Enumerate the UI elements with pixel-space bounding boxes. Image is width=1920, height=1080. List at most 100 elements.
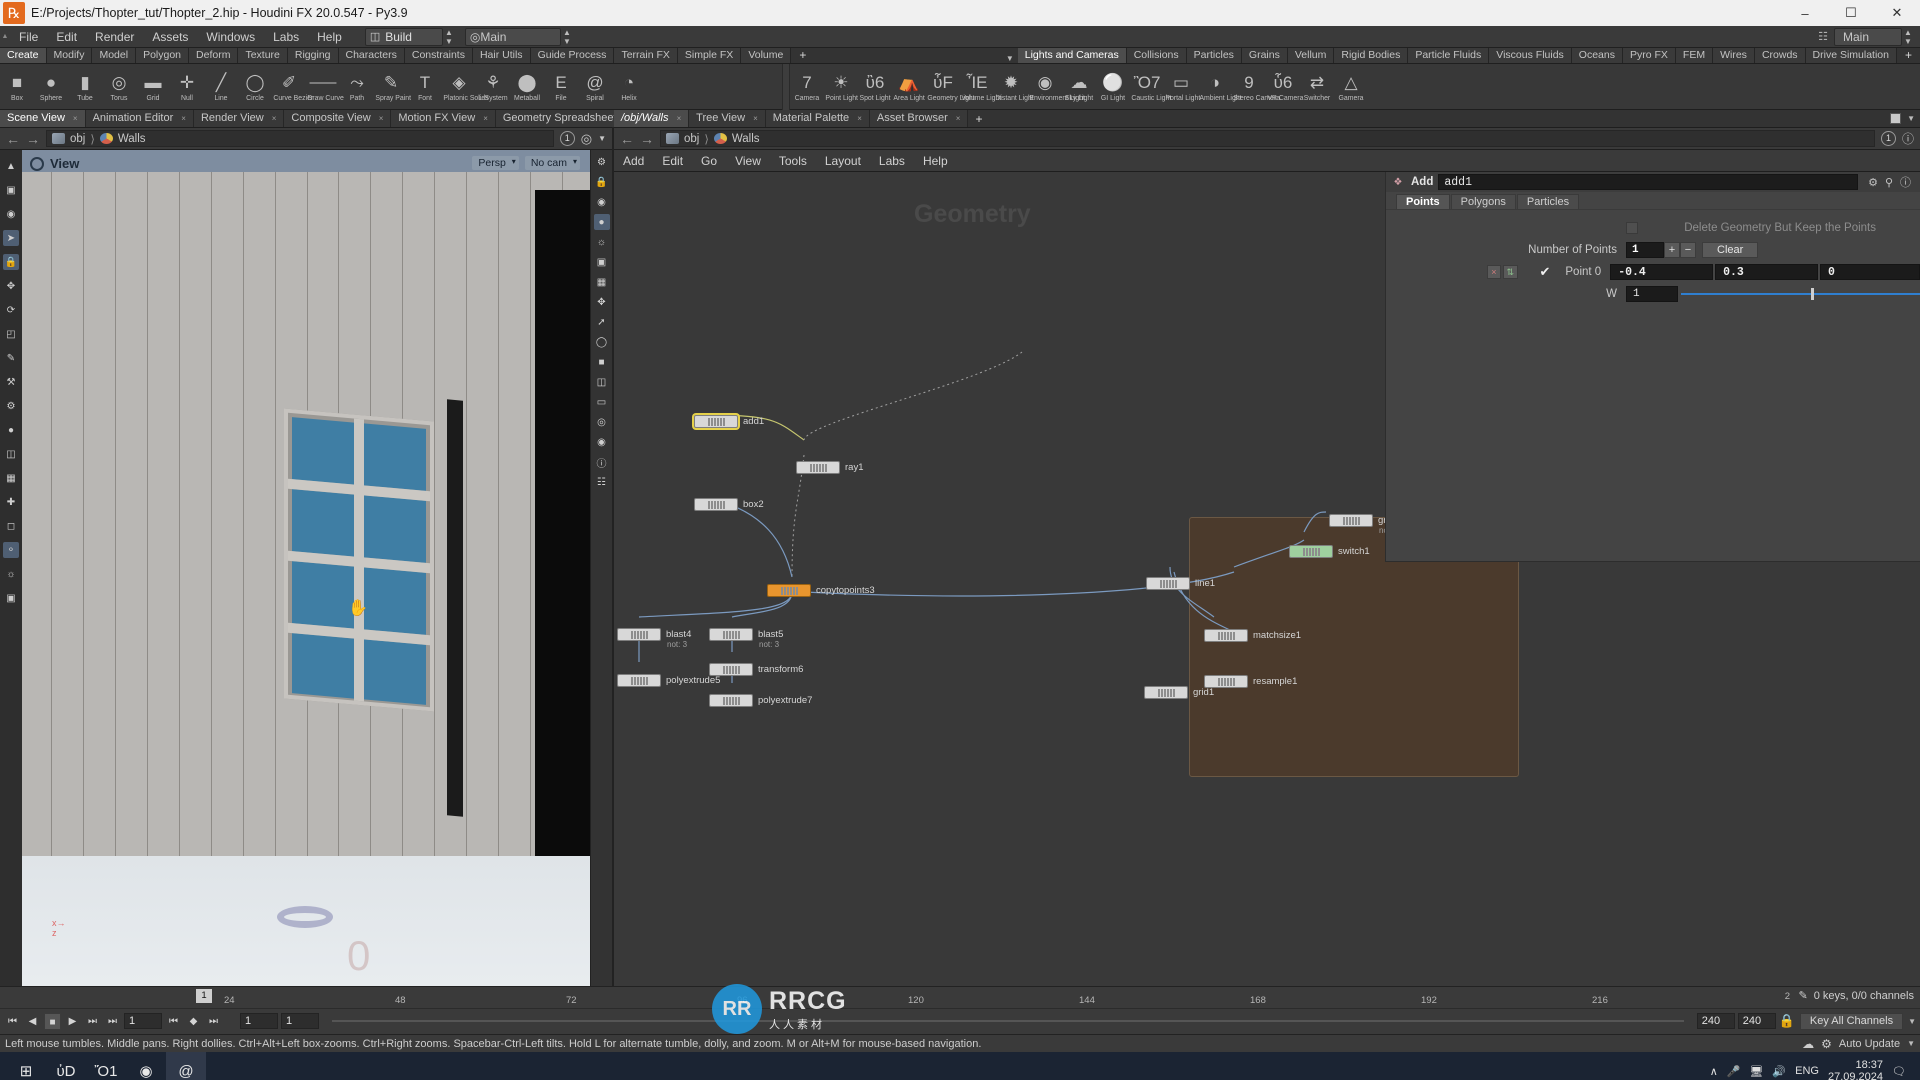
shelf-add-tab-left[interactable]: +	[791, 48, 814, 63]
current-frame-field[interactable]: 1	[124, 1013, 162, 1029]
step-forward-button[interactable]: ⏭	[84, 1013, 101, 1030]
shelf-tab-pyro-fx[interactable]: Pyro FX	[1623, 48, 1676, 63]
shelf-tab-polygon[interactable]: Polygon	[136, 48, 189, 63]
shelf-tool-gi-light[interactable]: ⚪ GI Light	[1096, 71, 1130, 102]
houdini-taskbar-icon[interactable]: @	[166, 1052, 206, 1080]
maximize-button[interactable]: ☐	[1828, 0, 1874, 26]
network-menu-help[interactable]: Help	[914, 150, 957, 172]
taskbar-clock[interactable]: 18:37 27.09.2024	[1828, 1059, 1883, 1080]
range-end-field-2[interactable]: 240	[1738, 1013, 1776, 1029]
node-body[interactable]	[796, 461, 840, 474]
tray-monitor-icon[interactable]: 🖥	[1749, 1065, 1763, 1078]
shelf-tool-geometry-light[interactable]: ὖF Geometry Light	[926, 71, 960, 102]
shelf-tool-ambient-light[interactable]: ◑ Ambient Light	[1198, 71, 1232, 102]
network-menu-layout[interactable]: Layout	[816, 150, 870, 172]
shelf-tool-area-light[interactable]: ⛺ Area Light	[892, 71, 926, 102]
light-display-icon[interactable]: ☼	[594, 234, 610, 250]
node-body[interactable]	[694, 498, 738, 511]
next-key-button[interactable]: ⏭	[205, 1013, 222, 1030]
gear-icon[interactable]: ⚙	[1868, 176, 1878, 189]
info-icon[interactable]: ⓘ	[594, 454, 610, 470]
close-tab-icon[interactable]: ×	[483, 110, 488, 127]
tab-render-view[interactable]: Render View ×	[194, 110, 284, 127]
tab--obj-walls[interactable]: /obj/Walls ×	[614, 110, 689, 127]
shelf-tab-volume[interactable]: Volume	[741, 48, 791, 63]
status-gear-icon[interactable]: ⚙	[1821, 1037, 1832, 1051]
increment-points-button[interactable]: +	[1664, 242, 1680, 258]
node-body[interactable]	[617, 674, 661, 687]
camera-tool-icon[interactable]: ▣	[3, 590, 19, 606]
shelf-tab-fem[interactable]: FEM	[1676, 48, 1713, 63]
shelf-tab-model[interactable]: Model	[92, 48, 136, 63]
close-tab-icon[interactable]: ×	[379, 110, 384, 127]
smooth-shade-icon[interactable]: ■	[594, 354, 610, 370]
network-add-tab[interactable]: +	[968, 112, 989, 126]
settings-chevron-icon[interactable]: ▼	[598, 134, 606, 143]
node-body[interactable]	[1146, 577, 1190, 590]
shelf-tool-path[interactable]: ⤳ Path	[340, 71, 374, 102]
shelf-tab-texture[interactable]: Texture	[238, 48, 287, 63]
shelf-tool-circle[interactable]: ◯ Circle	[238, 71, 272, 102]
network-node[interactable]: ray1	[796, 461, 863, 474]
network-menu-tools[interactable]: Tools	[770, 150, 816, 172]
node-body[interactable]	[1204, 629, 1248, 642]
minimize-button[interactable]: –	[1782, 0, 1828, 26]
tray-chevron-icon[interactable]: ∧	[1710, 1065, 1718, 1078]
auto-update-label[interactable]: Auto Update	[1839, 1038, 1900, 1050]
key-frame-button[interactable]: ◆	[185, 1013, 202, 1030]
back-arrow-icon[interactable]: ←	[6, 131, 20, 147]
path-segment-obj[interactable]: obj	[70, 133, 85, 145]
shelf-tool-caustic-light[interactable]: Ὂ7 Caustic Light	[1130, 71, 1164, 102]
chrome-icon[interactable]: ◉	[126, 1052, 166, 1080]
shelf-tool-draw-curve[interactable]: ⸺ Draw Curve	[306, 71, 340, 102]
tab-points[interactable]: Points	[1396, 194, 1450, 209]
timeline-range-slider[interactable]	[332, 1020, 1684, 1022]
point0-enable-check[interactable]: ✔	[1540, 264, 1551, 280]
background-icon[interactable]: ▭	[594, 394, 610, 410]
point0-x-field[interactable]: -0.4	[1610, 264, 1713, 280]
shelf-tool-camera[interactable]: ὏7 Camera	[790, 71, 824, 102]
sculpt-tool-icon[interactable]: ✎	[3, 350, 19, 366]
tray-speaker-icon[interactable]: 🔊	[1772, 1065, 1786, 1078]
network-path-segment-obj[interactable]: obj	[684, 133, 699, 145]
network-node[interactable]: polyextrude7	[709, 694, 812, 707]
shelf-tab-modify[interactable]: Modify	[47, 48, 93, 63]
shelf-tool-vr-camera[interactable]: ὗ6 VR Camera	[1266, 71, 1300, 102]
desktop-selector[interactable]: ◫ Build	[365, 28, 443, 46]
help-icon[interactable]: ⓘ	[1900, 174, 1911, 190]
shelf-tool-file[interactable]: ὜E File	[544, 71, 578, 102]
view-type-combo[interactable]: Persp	[472, 156, 518, 170]
display-options-icon[interactable]: ⚙	[594, 154, 610, 170]
network-menu-edit[interactable]: Edit	[653, 150, 692, 172]
shelf-tool-volume-light[interactable]: ἾE Volume Light	[960, 71, 994, 102]
group-tool-icon[interactable]: ◻	[3, 518, 19, 534]
network-back-arrow-icon[interactable]: ←	[620, 131, 634, 147]
maximize-network-pane-icon[interactable]	[1890, 113, 1901, 124]
snap-tool-icon[interactable]: ✚	[3, 494, 19, 510]
network-node[interactable]: polyextrude5	[617, 674, 720, 687]
material-tool-icon[interactable]: ⚬	[3, 542, 19, 558]
eye-icon[interactable]	[30, 157, 44, 171]
node-body[interactable]	[709, 628, 753, 641]
network-help-icon[interactable]: ⓘ	[1902, 130, 1914, 147]
jump-to-start-button[interactable]: ⏮	[4, 1013, 21, 1030]
shelf-tab-drive-simulation[interactable]: Drive Simulation	[1806, 48, 1897, 63]
arrow-tool-icon[interactable]: ➤	[3, 230, 19, 246]
viewport-3d[interactable]: 0 x→z ✋ View Persp No cam	[22, 150, 590, 986]
forward-arrow-icon[interactable]: →	[26, 131, 40, 147]
node-body[interactable]	[1289, 545, 1333, 558]
shelf-tab-create[interactable]: Create	[0, 48, 47, 63]
shelf-tab-collisions[interactable]: Collisions	[1127, 48, 1187, 63]
viewport-layout-spinner[interactable]: ▲ ▼	[561, 28, 573, 46]
guides-icon[interactable]: ◎	[594, 414, 610, 430]
close-tab-icon[interactable]: ×	[181, 110, 186, 127]
tab-motion-fx-view[interactable]: Motion FX View ×	[391, 110, 496, 127]
uv-view-icon[interactable]: ◫	[594, 374, 610, 390]
tab-animation-editor[interactable]: Animation Editor ×	[86, 110, 194, 127]
shelf-tool-switcher[interactable]: ⇄ Switcher	[1300, 71, 1334, 102]
materials-icon[interactable]: ◉	[594, 434, 610, 450]
shelf-tab-deform[interactable]: Deform	[189, 48, 238, 63]
node-body[interactable]	[709, 694, 753, 707]
point0-y-field[interactable]: 0.3	[1715, 264, 1818, 280]
desktop-spinner[interactable]: ▲ ▼	[443, 28, 455, 46]
